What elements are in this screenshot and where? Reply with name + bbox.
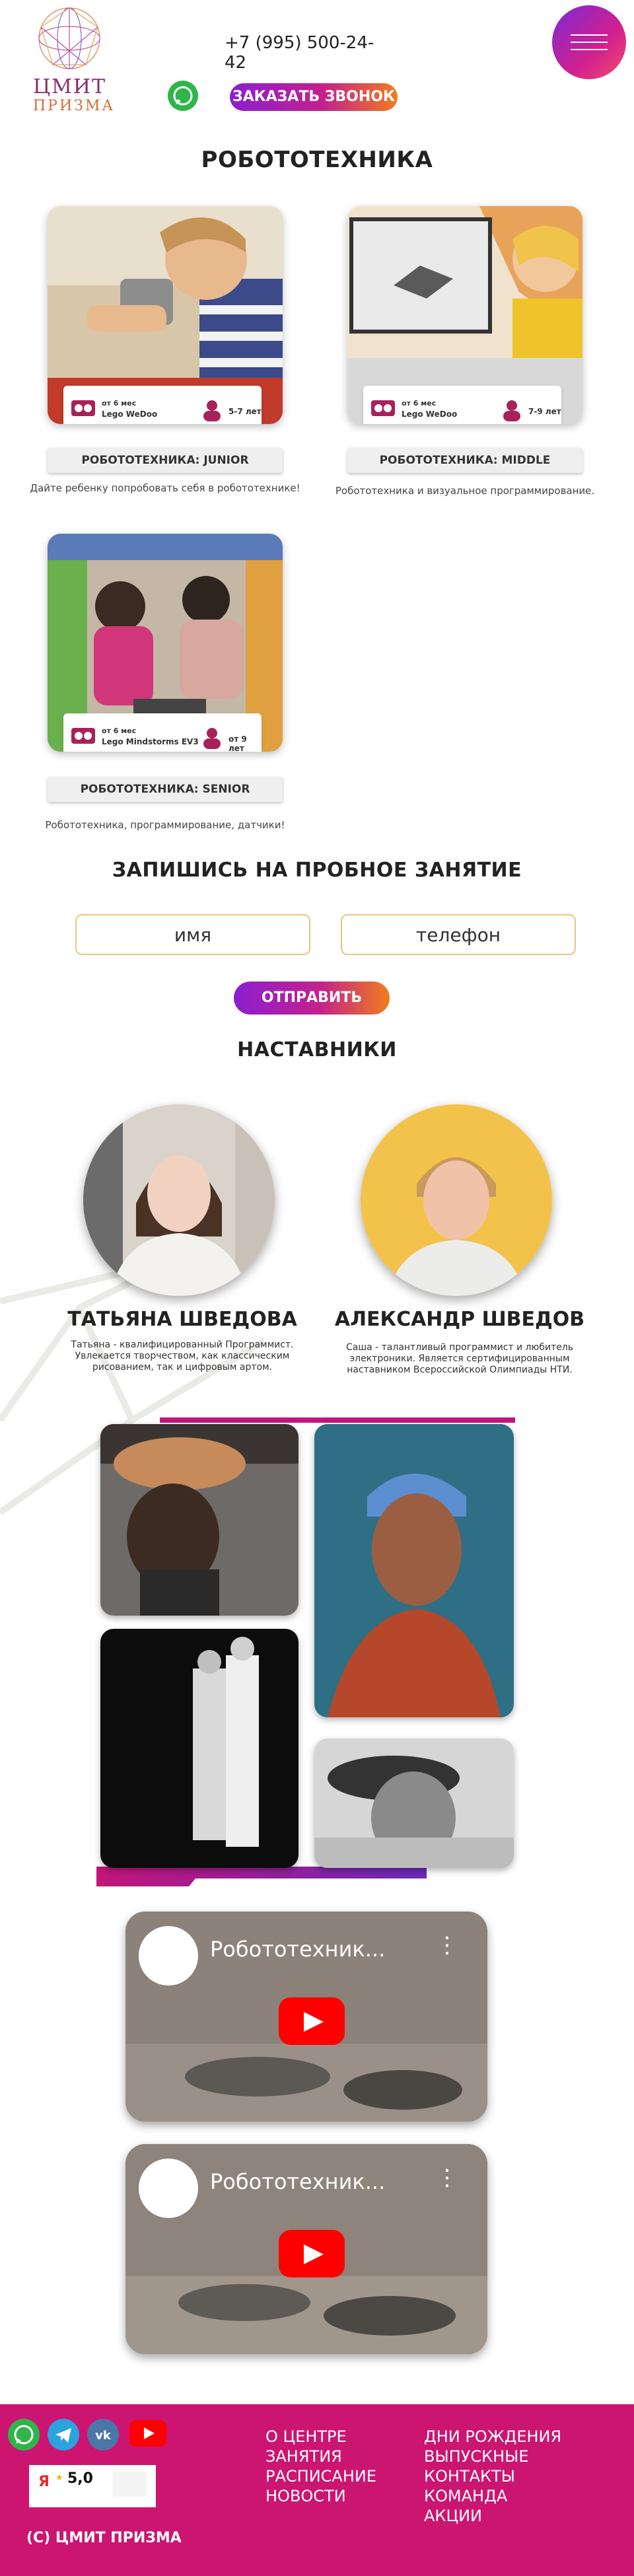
footer-link-about[interactable]: О ЦЕНТРЕ bbox=[265, 2427, 347, 2447]
yandex-icon: Я bbox=[38, 2474, 50, 2490]
robot-kit-icon bbox=[71, 400, 95, 416]
site-footer: vk Я ★ 5,0 О ЦЕНТРЕ ЗАНЯТИЯ РАСПИСАНИЕ Н… bbox=[0, 2404, 634, 2576]
robot-kit-icon bbox=[71, 728, 95, 744]
course-info-badge: от 6 мес Lego WeDoo 7-9 лет bbox=[363, 386, 561, 424]
svg-text:Я: Я bbox=[38, 2474, 50, 2490]
course-age: 5-7 лет bbox=[229, 407, 262, 416]
mentor-bio-tatiana: Татьяна - квалифицированный Программист.… bbox=[71, 1340, 294, 1373]
course-label-senior[interactable]: РОБОТОТЕХНИКА: SENIOR bbox=[48, 777, 283, 802]
course-label-junior[interactable]: РОБОТОТЕХНИКА: JUNIOR bbox=[48, 448, 283, 473]
mentors-title: НАСТАВНИКИ bbox=[237, 1038, 397, 1061]
course-duration: от 6 мес bbox=[402, 399, 437, 408]
footer-link-team[interactable]: КОМАНДА bbox=[424, 2486, 507, 2506]
course-info-badge: от 6 мес Lego Mindstorms EV3 от 9 лет bbox=[63, 713, 262, 752]
footer-link-contacts[interactable]: КОНТАКТЫ bbox=[424, 2466, 515, 2486]
order-call-button[interactable]: ЗАКАЗАТЬ ЗВОНОК bbox=[230, 83, 398, 111]
youtube-icon[interactable] bbox=[129, 2420, 166, 2447]
video-title[interactable]: Робототехник... bbox=[210, 2169, 385, 2194]
mentor-photo-tatiana bbox=[83, 1104, 275, 1296]
play-icon[interactable] bbox=[279, 2230, 345, 2277]
gallery-photo-4[interactable] bbox=[314, 1738, 514, 1868]
channel-logo-icon[interactable] bbox=[139, 1926, 198, 1986]
course-card-senior[interactable]: от 6 мес Lego Mindstorms EV3 от 9 лет bbox=[48, 534, 283, 752]
age-icon bbox=[203, 728, 221, 749]
course-duration: от 6 мес bbox=[102, 727, 137, 735]
course-duration: от 6 мес bbox=[102, 399, 137, 408]
footer-link-graduations[interactable]: ВЫПУСКНЫЕ bbox=[424, 2447, 529, 2466]
course-kit: Lego WeDoo bbox=[402, 410, 458, 419]
rating-badge bbox=[112, 2472, 147, 2497]
gallery-top-stripe bbox=[160, 1417, 515, 1423]
course-kit: Lego Mindstorms EV3 bbox=[102, 737, 199, 746]
telegram-icon[interactable] bbox=[48, 2419, 79, 2451]
phone-field[interactable] bbox=[341, 914, 576, 955]
course-card-middle[interactable]: от 6 мес Lego WeDoo 7-9 лет bbox=[347, 206, 582, 424]
whatsapp-icon[interactable] bbox=[8, 2419, 40, 2451]
header-phone[interactable]: +7 (995) 500-24-42 bbox=[225, 33, 383, 73]
channel-logo-icon[interactable] bbox=[139, 2159, 198, 2218]
robot-kit-icon bbox=[371, 400, 395, 416]
footer-link-birthdays[interactable]: ДНИ РОЖДЕНИЯ bbox=[424, 2427, 561, 2447]
vk-icon[interactable]: vk bbox=[87, 2419, 119, 2451]
whatsapp-icon[interactable] bbox=[168, 81, 198, 111]
trial-form-title: ЗАПИШИСЬ НА ПРОБНОЕ ЗАНЯТИЕ bbox=[112, 859, 522, 882]
more-options-icon[interactable]: ⋮ bbox=[436, 1934, 458, 1956]
gallery-photo-1[interactable] bbox=[100, 1424, 299, 1616]
gallery-photo-2[interactable] bbox=[100, 1629, 299, 1868]
course-label-middle[interactable]: РОБОТОТЕХНИКА: MIDDLE bbox=[347, 448, 582, 473]
logo-sphere-icon bbox=[38, 7, 100, 69]
course-age: от 9 лет bbox=[229, 734, 247, 752]
footer-link-schedule[interactable]: РАСПИСАНИЕ bbox=[265, 2466, 376, 2486]
course-desc-junior: Дайте ребенку попробовать себя в роботот… bbox=[30, 482, 300, 494]
course-desc-middle: Робототехника и визуальное программирова… bbox=[335, 485, 595, 497]
name-field[interactable] bbox=[75, 914, 310, 955]
hamburger-menu-icon[interactable] bbox=[552, 5, 626, 79]
copyright-text: (C) ЦМИТ ПРИЗМА bbox=[26, 2530, 182, 2546]
course-info-badge: от 6 мес Lego WeDoo 5-7 лет bbox=[63, 386, 262, 424]
age-icon bbox=[503, 400, 520, 421]
submit-button[interactable]: ОТПРАВИТЬ bbox=[234, 982, 390, 1015]
svg-text:vk: vk bbox=[95, 2429, 112, 2443]
age-icon bbox=[203, 400, 221, 421]
gallery-photo-3[interactable] bbox=[314, 1424, 514, 1717]
video-player-2[interactable]: Робототехник... ⋮ bbox=[125, 2144, 487, 2354]
play-icon[interactable] bbox=[279, 1997, 345, 2045]
more-options-icon[interactable]: ⋮ bbox=[436, 2166, 458, 2189]
course-kit: Lego WeDoo bbox=[102, 410, 158, 419]
video-player-1[interactable]: Робототехник... ⋮ bbox=[125, 1912, 487, 2122]
yandex-rating-widget[interactable]: Я ★ 5,0 bbox=[29, 2465, 156, 2507]
section-title-robotics: РОБОТОТЕХНИКА bbox=[201, 147, 433, 173]
mentor-name-alexander: АЛЕКСАНДР ШВЕДОВ bbox=[334, 1308, 585, 1331]
course-card-junior[interactable]: от 6 мес Lego WeDoo 5-7 лет bbox=[48, 206, 283, 424]
mentor-photo-alexander bbox=[361, 1104, 552, 1296]
rating-value: 5,0 bbox=[67, 2470, 93, 2487]
footer-link-classes[interactable]: ЗАНЯТИЯ bbox=[265, 2447, 342, 2466]
logo-text-primary: ЦМИТ bbox=[33, 75, 107, 98]
course-desc-senior: Робототехника, программирование, датчики… bbox=[45, 819, 285, 831]
site-logo[interactable]: ЦМИТ ПРИЗМА bbox=[33, 4, 116, 116]
mentor-bio-alexander: Саша - талантливый программист и любител… bbox=[345, 1342, 574, 1375]
footer-link-news[interactable]: НОВОСТИ bbox=[265, 2486, 346, 2506]
logo-text-secondary: ПРИЗМА bbox=[33, 98, 116, 114]
video-title[interactable]: Робототехник... bbox=[210, 1937, 385, 1962]
course-age: 7-9 лет bbox=[528, 407, 561, 416]
mentor-name-tatiana: ТАТЬЯНА ШВЕДОВА bbox=[67, 1308, 297, 1331]
footer-link-promotions[interactable]: АКЦИИ bbox=[424, 2506, 482, 2526]
star-icon: ★ bbox=[55, 2473, 63, 2483]
gallery-bottom-stripe bbox=[96, 1867, 427, 1886]
